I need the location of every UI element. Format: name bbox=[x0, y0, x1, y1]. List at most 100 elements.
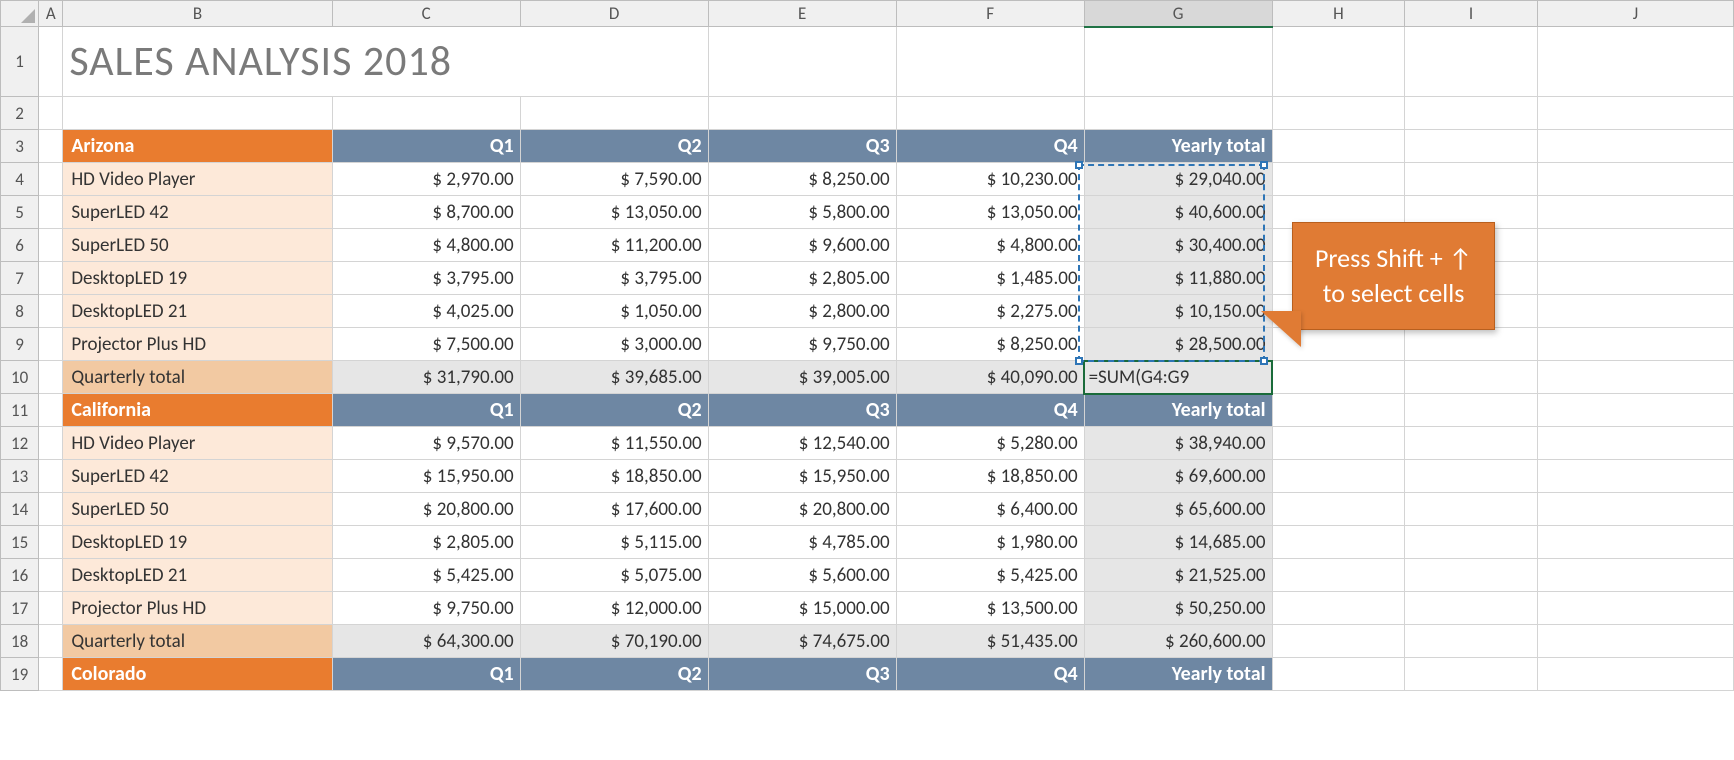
column-header-F[interactable]: F bbox=[896, 1, 1084, 27]
cell-H13[interactable] bbox=[1272, 460, 1405, 493]
cell-value[interactable]: $ 9,600.00 bbox=[708, 229, 896, 262]
row-header-17[interactable]: 17 bbox=[1, 592, 39, 625]
row-header-9[interactable]: 9 bbox=[1, 328, 39, 361]
cell-value[interactable]: $ 9,750.00 bbox=[332, 592, 520, 625]
cell-value[interactable]: $ 29,040.00 bbox=[1084, 163, 1272, 196]
cell-J9[interactable] bbox=[1537, 328, 1733, 361]
cell-J12[interactable] bbox=[1537, 427, 1733, 460]
col-q2[interactable]: Q2 bbox=[520, 394, 708, 427]
page-title[interactable]: SALES ANALYSIS 2018 bbox=[63, 27, 332, 97]
cell-value[interactable]: $ 40,600.00 bbox=[1084, 196, 1272, 229]
row-header-12[interactable]: 12 bbox=[1, 427, 39, 460]
cell-A16[interactable] bbox=[39, 559, 63, 592]
cell-J17[interactable] bbox=[1537, 592, 1733, 625]
product-label[interactable]: HD Video Player bbox=[63, 163, 332, 196]
cell-value[interactable]: $ 51,435.00 bbox=[896, 625, 1084, 658]
cell-value[interactable]: $ 5,115.00 bbox=[520, 526, 708, 559]
row-header-11[interactable]: 11 bbox=[1, 394, 39, 427]
row-header-10[interactable]: 10 bbox=[1, 361, 39, 394]
cell-value[interactable]: $ 9,750.00 bbox=[708, 328, 896, 361]
cell-I16[interactable] bbox=[1405, 559, 1538, 592]
cell-value[interactable]: $ 4,800.00 bbox=[332, 229, 520, 262]
cell-value[interactable]: $ 21,525.00 bbox=[1084, 559, 1272, 592]
cell-value[interactable]: $ 10,150.00 bbox=[1084, 295, 1272, 328]
col-q4[interactable]: Q4 bbox=[896, 394, 1084, 427]
cell-I2[interactable] bbox=[1405, 97, 1538, 130]
cell-H1[interactable] bbox=[1272, 27, 1405, 97]
col-q1[interactable]: Q1 bbox=[332, 130, 520, 163]
cell-value[interactable]: $ 4,025.00 bbox=[332, 295, 520, 328]
cell-A2[interactable] bbox=[39, 97, 63, 130]
product-label[interactable]: DesktopLED 21 bbox=[63, 295, 332, 328]
cell-G1[interactable] bbox=[1084, 27, 1272, 97]
cell-J1[interactable] bbox=[1537, 27, 1733, 97]
cell-A10[interactable] bbox=[39, 361, 63, 394]
cell-value[interactable]: $ 13,050.00 bbox=[896, 196, 1084, 229]
product-label[interactable]: SuperLED 50 bbox=[63, 229, 332, 262]
column-header-H[interactable]: H bbox=[1272, 1, 1405, 27]
quarterly-total-label[interactable]: Quarterly total bbox=[63, 625, 332, 658]
region-header-arizona[interactable]: Arizona bbox=[63, 130, 332, 163]
cell-I17[interactable] bbox=[1405, 592, 1538, 625]
cell-J7[interactable] bbox=[1537, 262, 1733, 295]
cell-value[interactable]: $ 50,250.00 bbox=[1084, 592, 1272, 625]
cell-A5[interactable] bbox=[39, 196, 63, 229]
col-q3[interactable]: Q3 bbox=[708, 394, 896, 427]
cell-B2[interactable] bbox=[63, 97, 332, 130]
cell-A19[interactable] bbox=[39, 658, 63, 691]
cell-H15[interactable] bbox=[1272, 526, 1405, 559]
cell-value[interactable]: $ 2,805.00 bbox=[708, 262, 896, 295]
col-q2[interactable]: Q2 bbox=[520, 658, 708, 691]
row-header-6[interactable]: 6 bbox=[1, 229, 39, 262]
cell-value[interactable]: $ 5,600.00 bbox=[708, 559, 896, 592]
col-q3[interactable]: Q3 bbox=[708, 658, 896, 691]
cell-value[interactable]: $ 5,075.00 bbox=[520, 559, 708, 592]
cell-value[interactable]: $ 3,795.00 bbox=[520, 262, 708, 295]
cell-value[interactable]: $ 39,005.00 bbox=[708, 361, 896, 394]
column-header-C[interactable]: C bbox=[332, 1, 520, 27]
cell-value[interactable]: $ 11,550.00 bbox=[520, 427, 708, 460]
product-label[interactable]: SuperLED 42 bbox=[63, 460, 332, 493]
cell-I15[interactable] bbox=[1405, 526, 1538, 559]
column-header-J[interactable]: J bbox=[1537, 1, 1733, 27]
cell-value[interactable]: $ 18,850.00 bbox=[520, 460, 708, 493]
cell-value[interactable]: $ 74,675.00 bbox=[708, 625, 896, 658]
col-q4[interactable]: Q4 bbox=[896, 658, 1084, 691]
cell-A6[interactable] bbox=[39, 229, 63, 262]
row-header-2[interactable]: 2 bbox=[1, 97, 39, 130]
cell-value[interactable]: $ 40,090.00 bbox=[896, 361, 1084, 394]
cell-G2[interactable] bbox=[1084, 97, 1272, 130]
cell-value[interactable]: $ 260,600.00 bbox=[1084, 625, 1272, 658]
cell-H2[interactable] bbox=[1272, 97, 1405, 130]
product-label[interactable]: Projector Plus HD bbox=[63, 592, 332, 625]
region-header-california[interactable]: California bbox=[63, 394, 332, 427]
cell-value[interactable]: $ 15,950.00 bbox=[708, 460, 896, 493]
column-header-E[interactable]: E bbox=[708, 1, 896, 27]
cell-value[interactable]: $ 70,190.00 bbox=[520, 625, 708, 658]
cell-I3[interactable] bbox=[1405, 130, 1538, 163]
cell-I12[interactable] bbox=[1405, 427, 1538, 460]
cell-value[interactable]: $ 15,000.00 bbox=[708, 592, 896, 625]
product-label[interactable]: SuperLED 50 bbox=[63, 493, 332, 526]
cell-D2[interactable] bbox=[520, 97, 708, 130]
cell-A17[interactable] bbox=[39, 592, 63, 625]
cell-J15[interactable] bbox=[1537, 526, 1733, 559]
cell-A4[interactable] bbox=[39, 163, 63, 196]
cell-H14[interactable] bbox=[1272, 493, 1405, 526]
cell-value[interactable]: $ 20,800.00 bbox=[708, 493, 896, 526]
cell-value[interactable]: $ 3,000.00 bbox=[520, 328, 708, 361]
cell-J18[interactable] bbox=[1537, 625, 1733, 658]
row-header-19[interactable]: 19 bbox=[1, 658, 39, 691]
cell-A12[interactable] bbox=[39, 427, 63, 460]
product-label[interactable]: DesktopLED 21 bbox=[63, 559, 332, 592]
cell-value[interactable]: $ 1,980.00 bbox=[896, 526, 1084, 559]
cell-value[interactable]: $ 38,940.00 bbox=[1084, 427, 1272, 460]
cell-value[interactable]: $ 8,250.00 bbox=[896, 328, 1084, 361]
cell-value[interactable]: $ 5,425.00 bbox=[896, 559, 1084, 592]
cell-A7[interactable] bbox=[39, 262, 63, 295]
cell-A11[interactable] bbox=[39, 394, 63, 427]
row-header-5[interactable]: 5 bbox=[1, 196, 39, 229]
cell-value[interactable]: $ 28,500.00 bbox=[1084, 328, 1272, 361]
cell-J10[interactable] bbox=[1537, 361, 1733, 394]
cell-value[interactable]: $ 2,805.00 bbox=[332, 526, 520, 559]
